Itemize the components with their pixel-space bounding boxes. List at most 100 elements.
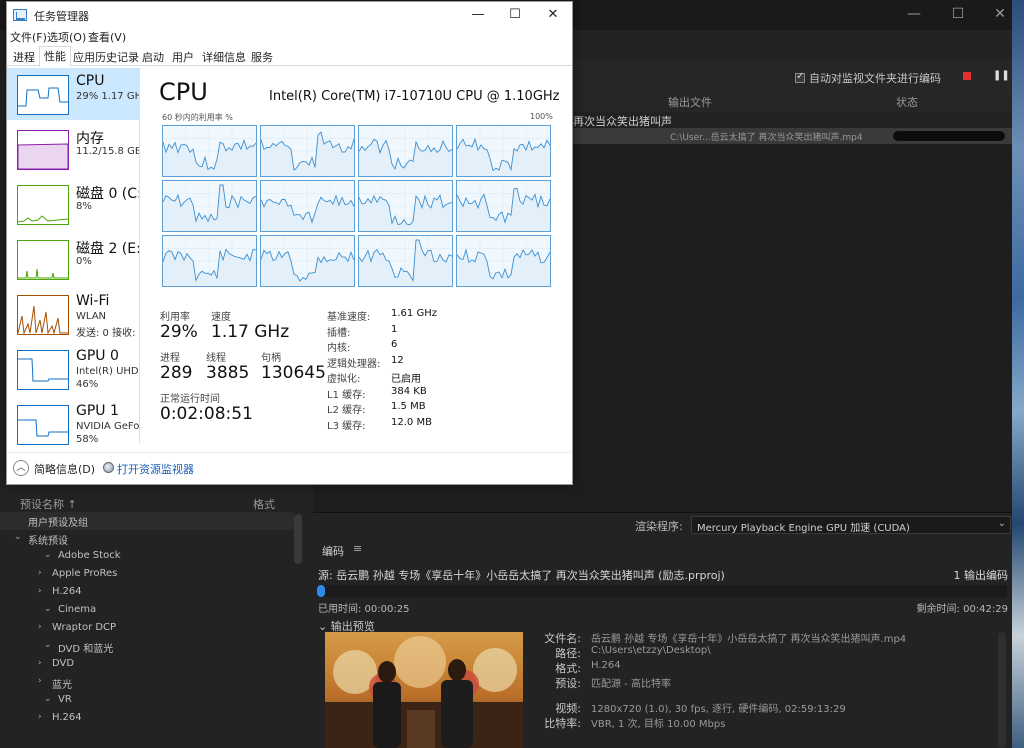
renderer-bar: 渲染程序: Mercury Playback Engine GPU 加速 (CU…	[313, 512, 1012, 536]
close-icon[interactable]: ✕	[535, 5, 571, 25]
sidebar-item-cpu[interactable]: CPU 29% 1.17 GHz	[7, 68, 139, 120]
preset-row[interactable]: › Apple ProRes	[0, 566, 294, 584]
sidebar-thumbnail-graph	[17, 130, 69, 170]
chevron-up-icon[interactable]: ︿	[13, 460, 29, 476]
column-format[interactable]: 格式	[253, 496, 275, 512]
preset-row[interactable]: 用户预设及组	[0, 512, 294, 530]
info-value[interactable]: H.264	[591, 660, 621, 676]
chevron-right-icon[interactable]: ›	[38, 586, 42, 596]
spec-key: L2 缓存:	[327, 405, 366, 416]
pause-queue-button[interactable]: ❚❚	[993, 70, 1010, 81]
chevron-down-icon[interactable]: ⌄	[44, 604, 52, 614]
renderer-select[interactable]: Mercury Playback Engine GPU 加速 (CUDA) ⌄	[691, 516, 1011, 534]
chevron-down-icon[interactable]: ⌄	[44, 550, 52, 560]
info-key: 文件名:	[544, 632, 581, 645]
open-resource-monitor-link[interactable]: 打开资源监视器	[117, 461, 194, 477]
preset-row[interactable]: › 蓝光	[0, 674, 294, 692]
info-scrollbar[interactable]	[998, 632, 1006, 748]
sidebar-item-disk-2[interactable]: 磁盘 2 (E:)0%	[7, 233, 139, 285]
menu-view[interactable]: 查看(V)	[88, 29, 126, 45]
sidebar-item-name: 内存	[76, 131, 104, 147]
chevron-right-icon[interactable]: ›	[38, 568, 42, 578]
preset-row[interactable]: ⌄ VR	[0, 692, 294, 710]
tab-processes[interactable]: 进程	[9, 48, 39, 66]
process-value: 289	[160, 363, 193, 383]
menu-options[interactable]: 选项(O)	[47, 29, 86, 45]
preset-row[interactable]: › DVD	[0, 656, 294, 674]
preset-row[interactable]: › H.264	[0, 584, 294, 602]
output-count: 1 输出编码	[953, 569, 1009, 582]
fewer-details-button[interactable]: 简略信息(D)	[34, 461, 95, 477]
sidebar-item-memory[interactable]: 内存11.2/15.8 GB (71%)	[7, 123, 139, 175]
sidebar-item-wifi[interactable]: Wi-Fi WLAN 发送: 0 接收: 0 Kbps	[7, 288, 139, 340]
close-icon[interactable]: ✕	[990, 6, 1010, 22]
preset-label: H.264	[52, 586, 82, 597]
chevron-right-icon[interactable]: ›	[38, 622, 42, 632]
panel-menu-icon[interactable]: ≡	[353, 542, 362, 555]
chevron-right-icon[interactable]: ›	[38, 712, 42, 722]
sidebar-item-gpu-1[interactable]: GPU 1 NVIDIA GeForce MX250 58%	[7, 398, 139, 446]
sidebar-item-name: 磁盘 2 (E:)	[76, 241, 139, 257]
preset-row[interactable]: ⌄ Adobe Stock	[0, 548, 294, 566]
spec-value: 6	[391, 339, 398, 350]
menu-file[interactable]: 文件(F)	[10, 29, 47, 45]
column-preset-name[interactable]: 预设名称 ↑	[20, 496, 77, 512]
preset-row[interactable]: ⌄ 系统预设	[0, 530, 294, 548]
sidebar-thumbnail-graph	[17, 75, 69, 115]
preset-row[interactable]: ⌄ DVD 和蓝光	[0, 638, 294, 656]
core-graph	[260, 235, 355, 287]
elapsed-time: 已用时间: 00:00:25	[318, 604, 410, 615]
preset-scrollbar[interactable]	[294, 514, 302, 564]
task-manager-icon	[13, 9, 27, 21]
sidebar-item-detail: WLAN	[76, 311, 107, 322]
graph-caption: 60 秒内的利用率 %	[162, 113, 233, 122]
queue-item-row[interactable]: C:\User...岳云太搞了 再次当众笑出猪叫声.mp4	[573, 128, 1012, 144]
info-row: 视频: 1280x720 (1.0), 30 fps, 逐行, 硬件编码, 02:…	[533, 700, 846, 716]
tab-app-history[interactable]: 应用历史记录	[69, 48, 143, 66]
auto-encode-checkbox[interactable]: 自动对监视文件夹进行编码	[795, 70, 941, 86]
column-status[interactable]: 状态	[896, 94, 918, 110]
info-value[interactable]: C:\Users\etzzy\Desktop\	[591, 645, 711, 661]
core-graph	[260, 180, 355, 232]
column-output-file[interactable]: 输出文件	[668, 94, 712, 110]
sidebar-item-gpu-0[interactable]: GPU 0 Intel(R) UHD Graphics 46%	[7, 343, 139, 395]
checkbox-icon[interactable]	[795, 71, 805, 83]
chevron-right-icon[interactable]: ›	[38, 658, 42, 668]
preset-row[interactable]: › Wraptor DCP	[0, 620, 294, 638]
spec-value: 1.61 GHz	[391, 308, 437, 319]
tab-performance[interactable]: 性能	[39, 46, 71, 67]
preview-scene	[325, 636, 523, 748]
info-value[interactable]: 1280x720 (1.0), 30 fps, 逐行, 硬件编码, 02:59:…	[591, 700, 846, 716]
spec-key: 虚拟化:	[327, 374, 361, 385]
info-row: 路径: C:\Users\etzzy\Desktop\	[533, 645, 711, 661]
preset-row[interactable]: ⌄ Cinema	[0, 602, 294, 620]
chevron-right-icon[interactable]: ›	[38, 676, 42, 686]
spec-key: L1 缓存:	[327, 389, 366, 401]
core-graph	[162, 125, 257, 177]
core-graph	[358, 125, 453, 177]
tab-details[interactable]: 详细信息	[198, 48, 250, 66]
chevron-down-icon[interactable]: ⌄	[44, 694, 52, 704]
tab-users[interactable]: 用户	[168, 48, 198, 66]
queue-item-path[interactable]: C:\User...岳云太搞了 再次当众笑出猪叫声.mp4	[670, 130, 863, 143]
minimize-icon[interactable]: —	[904, 6, 924, 22]
tab-encoding[interactable]: 编码	[322, 543, 344, 559]
sidebar-item-disk-0[interactable]: 磁盘 0 (C:)8%	[7, 178, 139, 230]
chevron-down-icon[interactable]: ⌄	[14, 532, 22, 542]
tab-services[interactable]: 服务	[247, 48, 277, 66]
info-value[interactable]: VBR, 1 次, 目标 10.00 Mbps	[591, 715, 725, 731]
task-manager-titlebar[interactable]: 任务管理器 — ☐ ✕	[7, 2, 572, 28]
stop-queue-button[interactable]	[963, 72, 971, 80]
resource-monitor-icon[interactable]	[103, 462, 114, 473]
chevron-down-icon[interactable]: ⌄	[44, 640, 52, 650]
tab-startup[interactable]: 启动	[138, 48, 168, 66]
preset-row[interactable]: › H.264	[0, 710, 294, 728]
renderer-value: Mercury Playback Engine GPU 加速 (CUDA)	[697, 523, 910, 534]
maximize-icon[interactable]: ☐	[948, 6, 968, 22]
maximize-icon[interactable]: ☐	[497, 5, 533, 25]
info-value[interactable]: 岳云鹏 孙越 专场《享岳十年》小岳岳太搞了 再次当众笑出猪叫声.mp4	[591, 630, 906, 646]
info-key: 格式:	[555, 662, 581, 675]
util-value: 29%	[160, 322, 198, 342]
minimize-icon[interactable]: —	[460, 5, 496, 25]
info-value[interactable]: 匹配源 - 高比特率	[591, 675, 671, 691]
